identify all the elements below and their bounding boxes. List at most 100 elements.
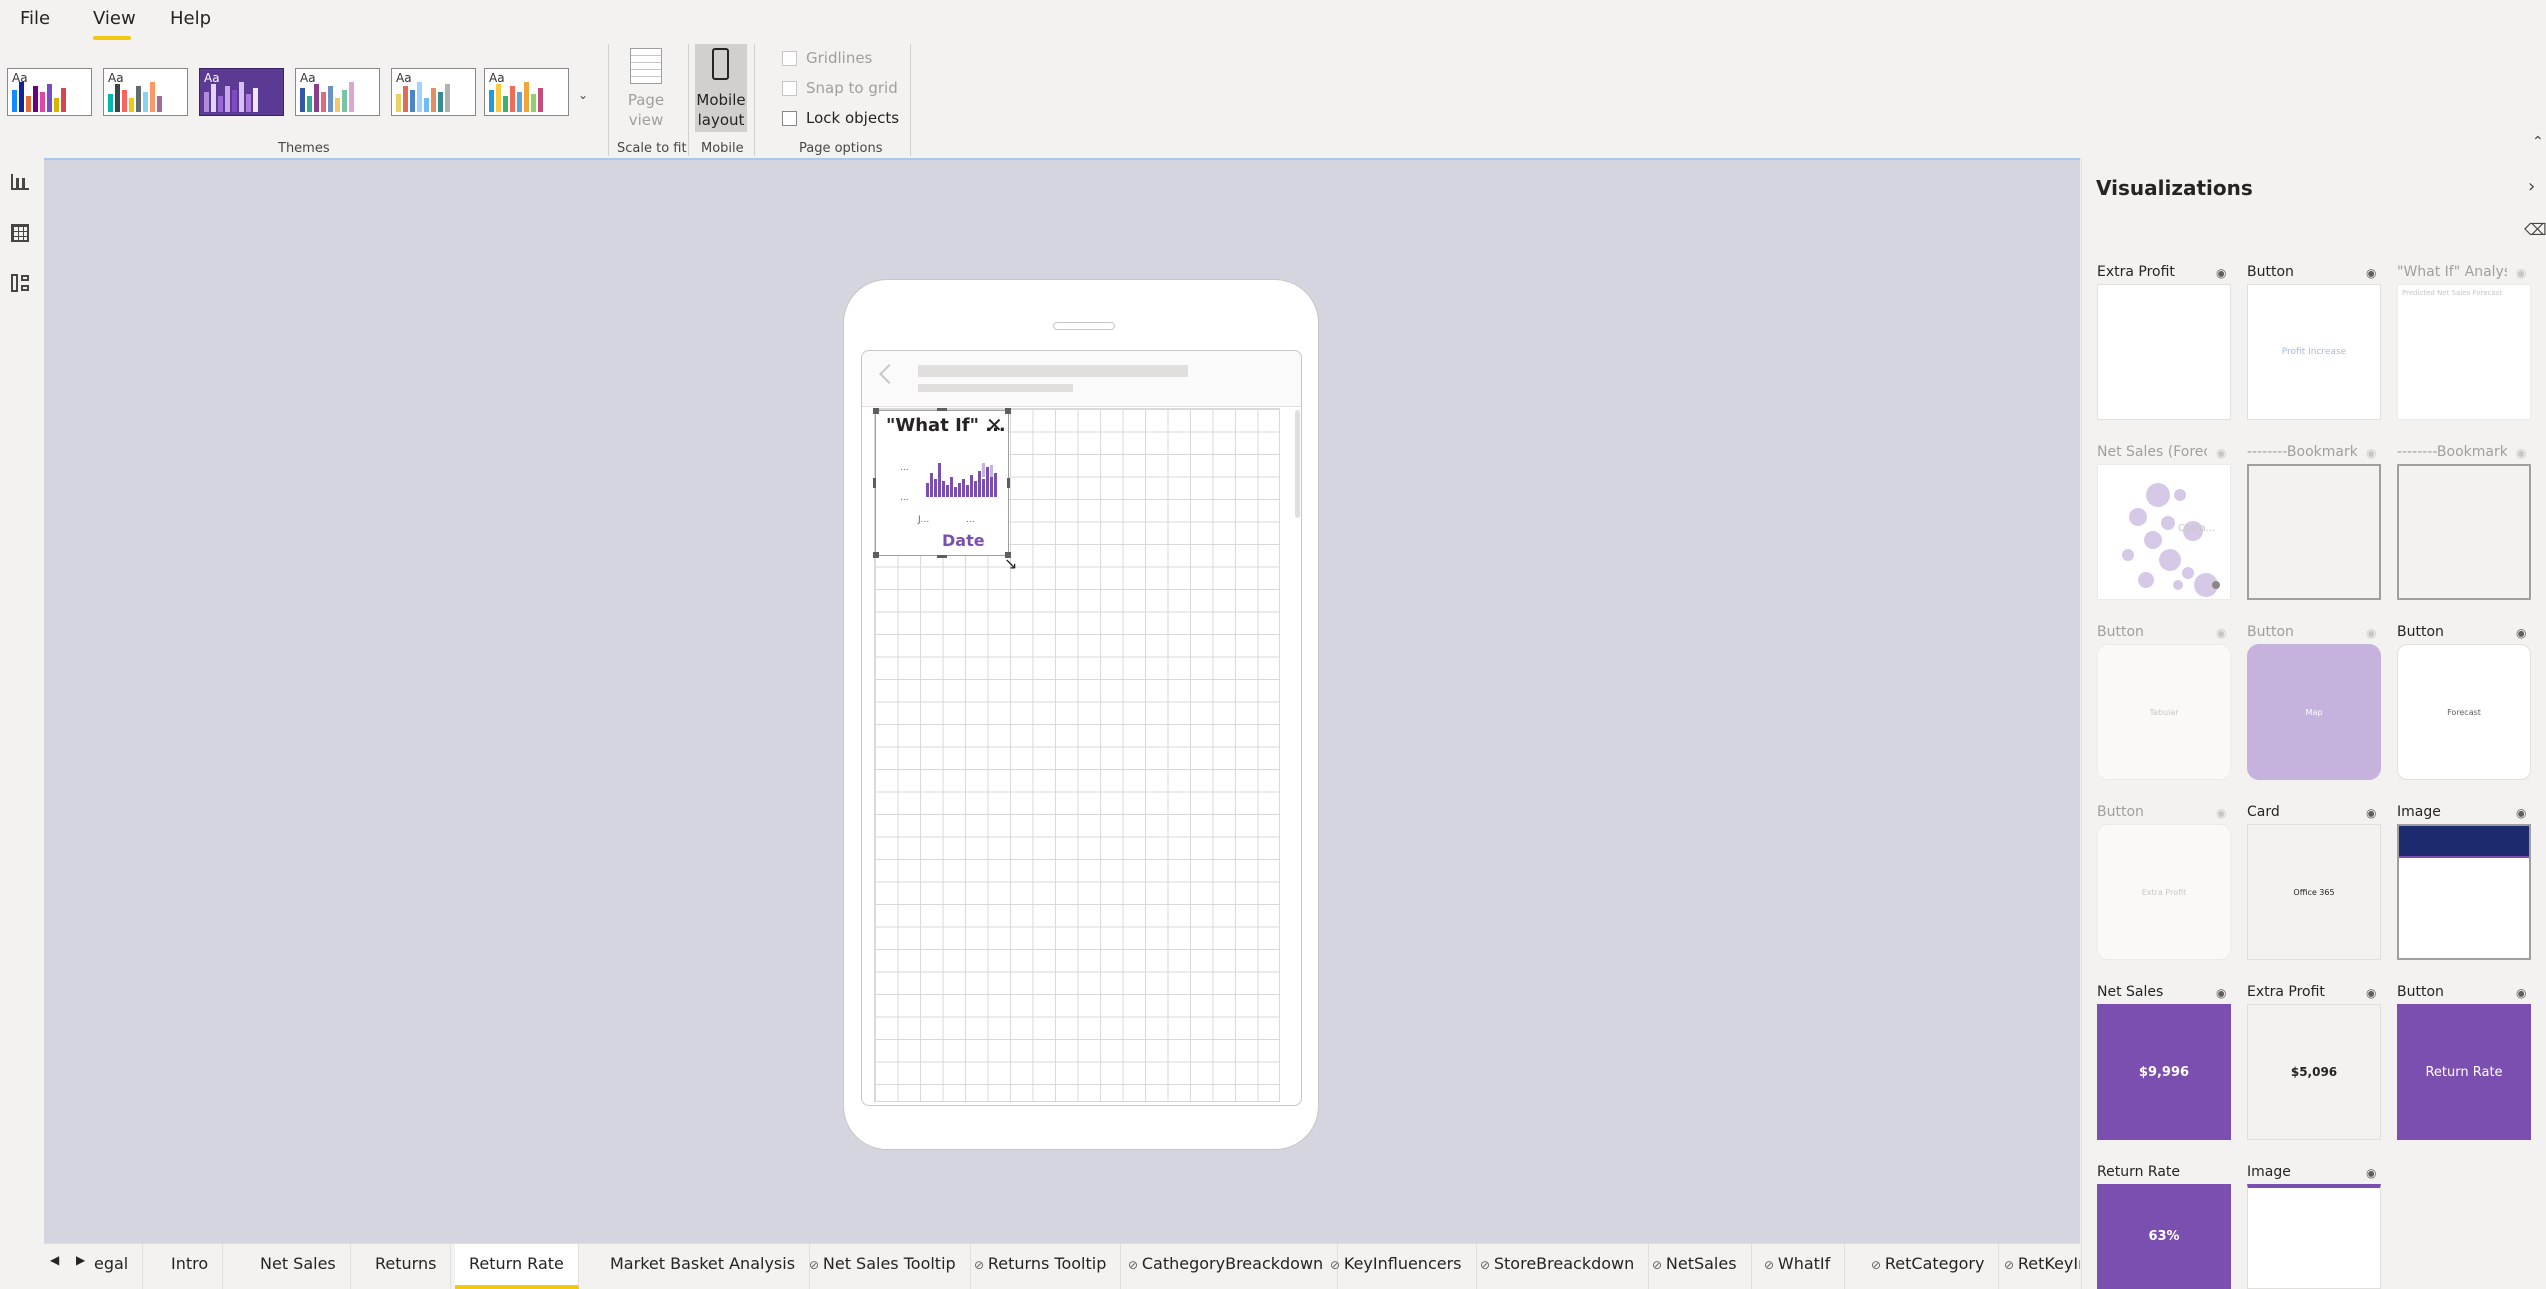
tab-label: Returns Tooltip: [987, 1254, 1107, 1273]
phone-scrollbar[interactable]: [1295, 410, 1300, 518]
tile-net-sales-forecast-map[interactable]: Chica...: [2097, 464, 2231, 600]
eye-icon[interactable]: ◉: [2516, 806, 2526, 820]
model-view-icon[interactable]: [11, 274, 29, 292]
tab-retkeyinf[interactable]: ⊘ RetKeyInf: [1990, 1244, 2080, 1289]
tile-content: $9,996: [2138, 1064, 2190, 1080]
image-preview: [2399, 826, 2529, 858]
resize-handle[interactable]: [937, 555, 947, 558]
eye-icon[interactable]: ◉: [2516, 626, 2526, 640]
eye-icon[interactable]: ◉: [2216, 986, 2226, 1000]
tile-image-1[interactable]: [2397, 824, 2531, 960]
chevron-right-icon[interactable]: ›: [2528, 176, 2535, 197]
tile-label: Net Sales: [2097, 984, 2164, 1000]
tile-what-if-chart[interactable]: Predicted Net Sales Forecast: [2397, 284, 2531, 420]
ribbon-separator: [754, 44, 755, 156]
tile-label: --------Bookmark...: [2397, 444, 2507, 460]
tab-net-sales-tooltip[interactable]: ⊘ Net Sales Tooltip: [795, 1244, 971, 1289]
theme-5[interactable]: Aa: [391, 68, 476, 116]
active-menu-indicator: [93, 36, 131, 40]
tab-scroll-left-icon[interactable]: ◀: [50, 1253, 59, 1267]
tab-market-basket-analysis[interactable]: Market Basket Analysis: [596, 1244, 811, 1289]
menu-view[interactable]: View: [93, 8, 136, 29]
resize-handle[interactable]: [873, 408, 879, 414]
eye-hidden-icon[interactable]: ◉: [2516, 446, 2526, 460]
tile-net-sales-card[interactable]: $9,996: [2097, 1004, 2231, 1140]
tab-store-breackdown[interactable]: ⊘ StoreBreackdown: [1466, 1244, 1650, 1289]
tile-extra-profit-card-2[interactable]: $5,096: [2247, 1004, 2381, 1140]
eye-icon[interactable]: ◉: [2366, 1166, 2376, 1180]
left-rail: [0, 158, 45, 1243]
eye-icon[interactable]: ◉: [2366, 266, 2376, 280]
tab-label: KeyInfluencers: [1343, 1254, 1462, 1273]
menu-help[interactable]: Help: [170, 8, 211, 29]
theme-1[interactable]: Aa: [7, 68, 92, 116]
theme-4[interactable]: Aa: [295, 68, 380, 116]
tab-returns-tooltip[interactable]: ⊘ Returns Tooltip: [960, 1244, 1122, 1289]
page-options-label: Page options: [799, 141, 883, 156]
resize-handle[interactable]: [937, 408, 947, 411]
theme-3-selected[interactable]: Aa: [199, 68, 284, 116]
eye-hidden-icon[interactable]: ◉: [2366, 446, 2376, 460]
data-view-icon[interactable]: [11, 224, 29, 242]
eye-hidden-icon[interactable]: ◉: [2516, 266, 2526, 280]
tab-return-rate[interactable]: Return Rate: [455, 1244, 579, 1289]
selected-visual[interactable]: "What If" ... ✕ ... ... J... ... Date: [875, 410, 1009, 556]
close-icon[interactable]: ✕: [986, 413, 1003, 437]
tile-button-tabular[interactable]: Tabular: [2097, 644, 2231, 780]
resize-handle[interactable]: [1007, 478, 1010, 488]
phone-header: [862, 351, 1301, 407]
tile-return-rate-card[interactable]: 63%: [2097, 1184, 2231, 1289]
theme-2[interactable]: Aa: [103, 68, 188, 116]
pane-title: Visualizations: [2096, 176, 2253, 200]
tile-button-profit-increase[interactable]: Profit Increase: [2247, 284, 2381, 420]
tile-image-2[interactable]: [2247, 1184, 2381, 1289]
tile-bookmark-1[interactable]: [2247, 464, 2381, 600]
tab-legal[interactable]: egal: [82, 1244, 144, 1289]
tab-returns[interactable]: Returns: [361, 1244, 452, 1289]
tile-bookmark-2[interactable]: [2397, 464, 2531, 600]
tile-label: Button: [2397, 624, 2444, 640]
eye-hidden-icon[interactable]: ◉: [2216, 626, 2226, 640]
tile-content: 63%: [2148, 1229, 2180, 1244]
eraser-icon[interactable]: ⌫: [2524, 220, 2546, 239]
hidden-page-icon: ⊘: [2004, 1258, 2018, 1272]
eye-hidden-icon[interactable]: ◉: [2366, 626, 2376, 640]
resize-handle[interactable]: [1005, 408, 1011, 414]
tile-extra-profit-card[interactable]: $5,096: [2097, 284, 2231, 420]
tile-button-map[interactable]: Map: [2247, 644, 2381, 780]
tile-label: Return Rate: [2097, 1164, 2181, 1180]
eye-icon[interactable]: ◉: [2216, 266, 2226, 280]
themes-group-label: Themes: [278, 141, 330, 156]
report-view-icon[interactable]: [11, 174, 29, 190]
tile-button-forecast[interactable]: Forecast: [2397, 644, 2531, 780]
phone-speaker: [1053, 322, 1115, 330]
tab-key-influencers[interactable]: ⊘ KeyInfluencers: [1316, 1244, 1477, 1289]
tile-button-extra-profit[interactable]: Extra Profit: [2097, 824, 2231, 960]
tile-label: Net Sales (Forec...: [2097, 444, 2207, 460]
eye-icon[interactable]: ◉: [2366, 986, 2376, 1000]
tab-intro[interactable]: Intro: [157, 1244, 224, 1289]
page-view-button[interactable]: Page view: [624, 90, 668, 130]
collapse-ribbon-icon[interactable]: ⌃: [2532, 134, 2544, 150]
menu-file[interactable]: File: [20, 8, 50, 29]
theme-6[interactable]: Aa: [484, 68, 569, 116]
tab-net-sales[interactable]: Net Sales: [246, 1244, 351, 1289]
tab-netsales[interactable]: ⊘ NetSales: [1638, 1244, 1752, 1289]
eye-icon[interactable]: ◉: [2366, 806, 2376, 820]
chevron-down-icon[interactable]: ⌄: [578, 88, 588, 102]
snap-to-grid-checkbox[interactable]: [782, 81, 797, 96]
tile-button-return-rate[interactable]: Return Rate: [2397, 1004, 2531, 1140]
tab-whatif[interactable]: ⊘ WhatIf: [1750, 1244, 1846, 1289]
eye-icon[interactable]: ◉: [2516, 986, 2526, 1000]
resize-handle[interactable]: [873, 478, 876, 488]
tile-label: Button: [2247, 624, 2294, 640]
resize-handle[interactable]: [873, 552, 879, 558]
tab-cathegory-breackdown[interactable]: ⊘ CathegoryBreackdown: [1114, 1244, 1339, 1289]
gridlines-checkbox[interactable]: [782, 51, 797, 66]
tab-label: WhatIf: [1777, 1254, 1831, 1273]
eye-hidden-icon[interactable]: ◉: [2216, 806, 2226, 820]
lock-objects-checkbox[interactable]: [782, 111, 797, 126]
eye-hidden-icon[interactable]: ◉: [2216, 446, 2226, 460]
tab-retcategory[interactable]: ⊘ RetCategory: [1857, 1244, 2000, 1289]
tile-card-office365[interactable]: Office 365: [2247, 824, 2381, 960]
